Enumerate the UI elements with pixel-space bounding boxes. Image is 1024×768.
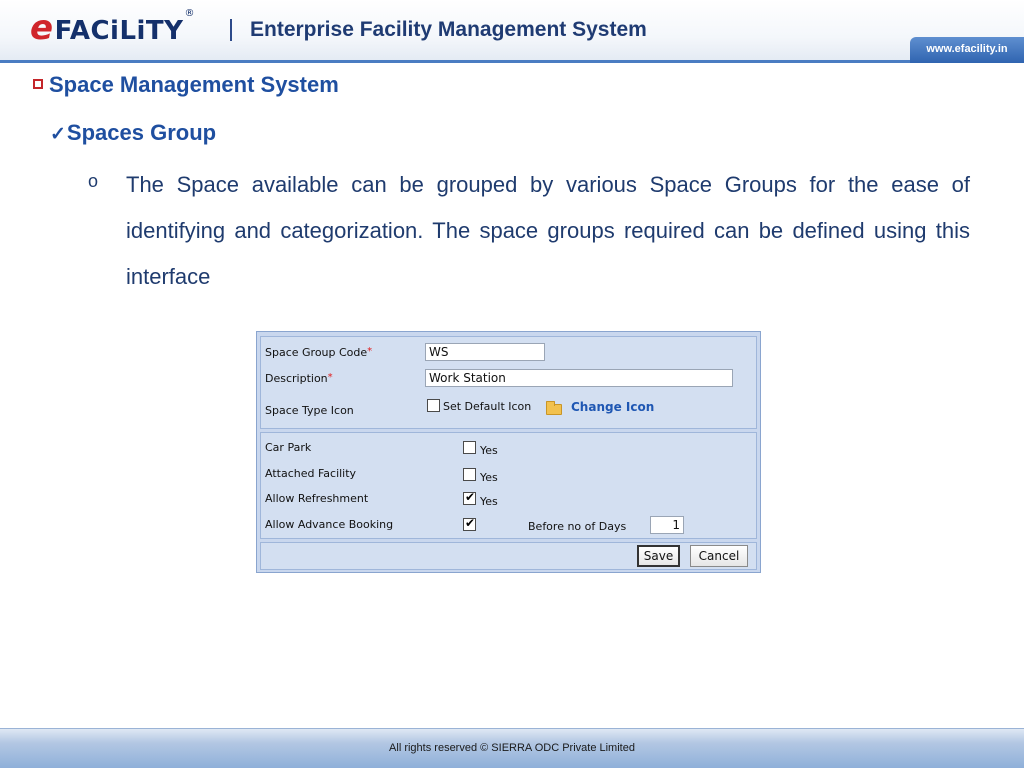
car-park-yes-label: Yes: [480, 444, 498, 457]
allow-advance-booking-label: Allow Advance Booking: [265, 518, 394, 531]
square-bullet-icon: [33, 79, 43, 90]
cancel-button[interactable]: Cancel: [690, 545, 748, 567]
space-group-code-input[interactable]: WS: [425, 343, 545, 361]
space-type-icon-label: Space Type Icon: [265, 404, 354, 417]
attached-facility-label: Attached Facility: [265, 467, 357, 480]
save-button[interactable]: Save: [637, 545, 680, 567]
set-default-icon-checkbox[interactable]: [427, 399, 440, 412]
description-input[interactable]: Work Station: [425, 369, 733, 387]
header: eFACiLiTY® Enterprise Facility Managemen…: [0, 0, 1024, 63]
header-title: Enterprise Facility Management System: [250, 18, 647, 41]
checkmark-icon: ✓: [50, 124, 66, 145]
attached-facility-checkbox[interactable]: [463, 468, 476, 481]
allow-refreshment-label: Allow Refreshment: [265, 492, 369, 505]
header-rule: [0, 60, 910, 63]
required-mark: *: [327, 372, 333, 383]
header-divider: [230, 19, 232, 41]
allow-advance-booking-checkbox[interactable]: [463, 516, 476, 531]
space-group-form: Space Group Code* WS Description* Work S…: [256, 331, 761, 573]
url-badge[interactable]: www.efacility.in: [910, 37, 1024, 63]
description-paragraph: The Space available can be grouped by va…: [126, 172, 970, 289]
allow-refreshment-yes-label: Yes: [480, 495, 498, 508]
form-section-actions: [260, 542, 757, 570]
copyright-text: All rights reserved © SIERRA ODC Private…: [389, 742, 635, 754]
folder-icon[interactable]: [546, 401, 562, 415]
circle-bullet-icon: o: [88, 171, 99, 191]
subsection-heading: ✓Spaces Group: [50, 120, 217, 145]
before-days-input[interactable]: 1: [650, 516, 684, 534]
allow-refreshment-checkbox[interactable]: [463, 490, 476, 505]
attached-facility-yes-label: Yes: [480, 471, 498, 484]
required-mark: *: [367, 346, 373, 357]
car-park-label: Car Park: [265, 441, 312, 454]
space-group-code-label: Space Group Code*: [265, 346, 373, 359]
before-days-label: Before no of Days: [528, 520, 627, 533]
car-park-checkbox[interactable]: [463, 441, 476, 454]
set-default-icon-label: Set Default Icon: [443, 400, 532, 413]
efacility-logo: eFACiLiTY®: [30, 8, 195, 48]
footer: All rights reserved © SIERRA ODC Private…: [0, 728, 1024, 768]
section-heading: Space Management System: [33, 72, 339, 98]
description-label: Description*: [265, 372, 333, 385]
change-icon-link[interactable]: Change Icon: [571, 400, 654, 414]
